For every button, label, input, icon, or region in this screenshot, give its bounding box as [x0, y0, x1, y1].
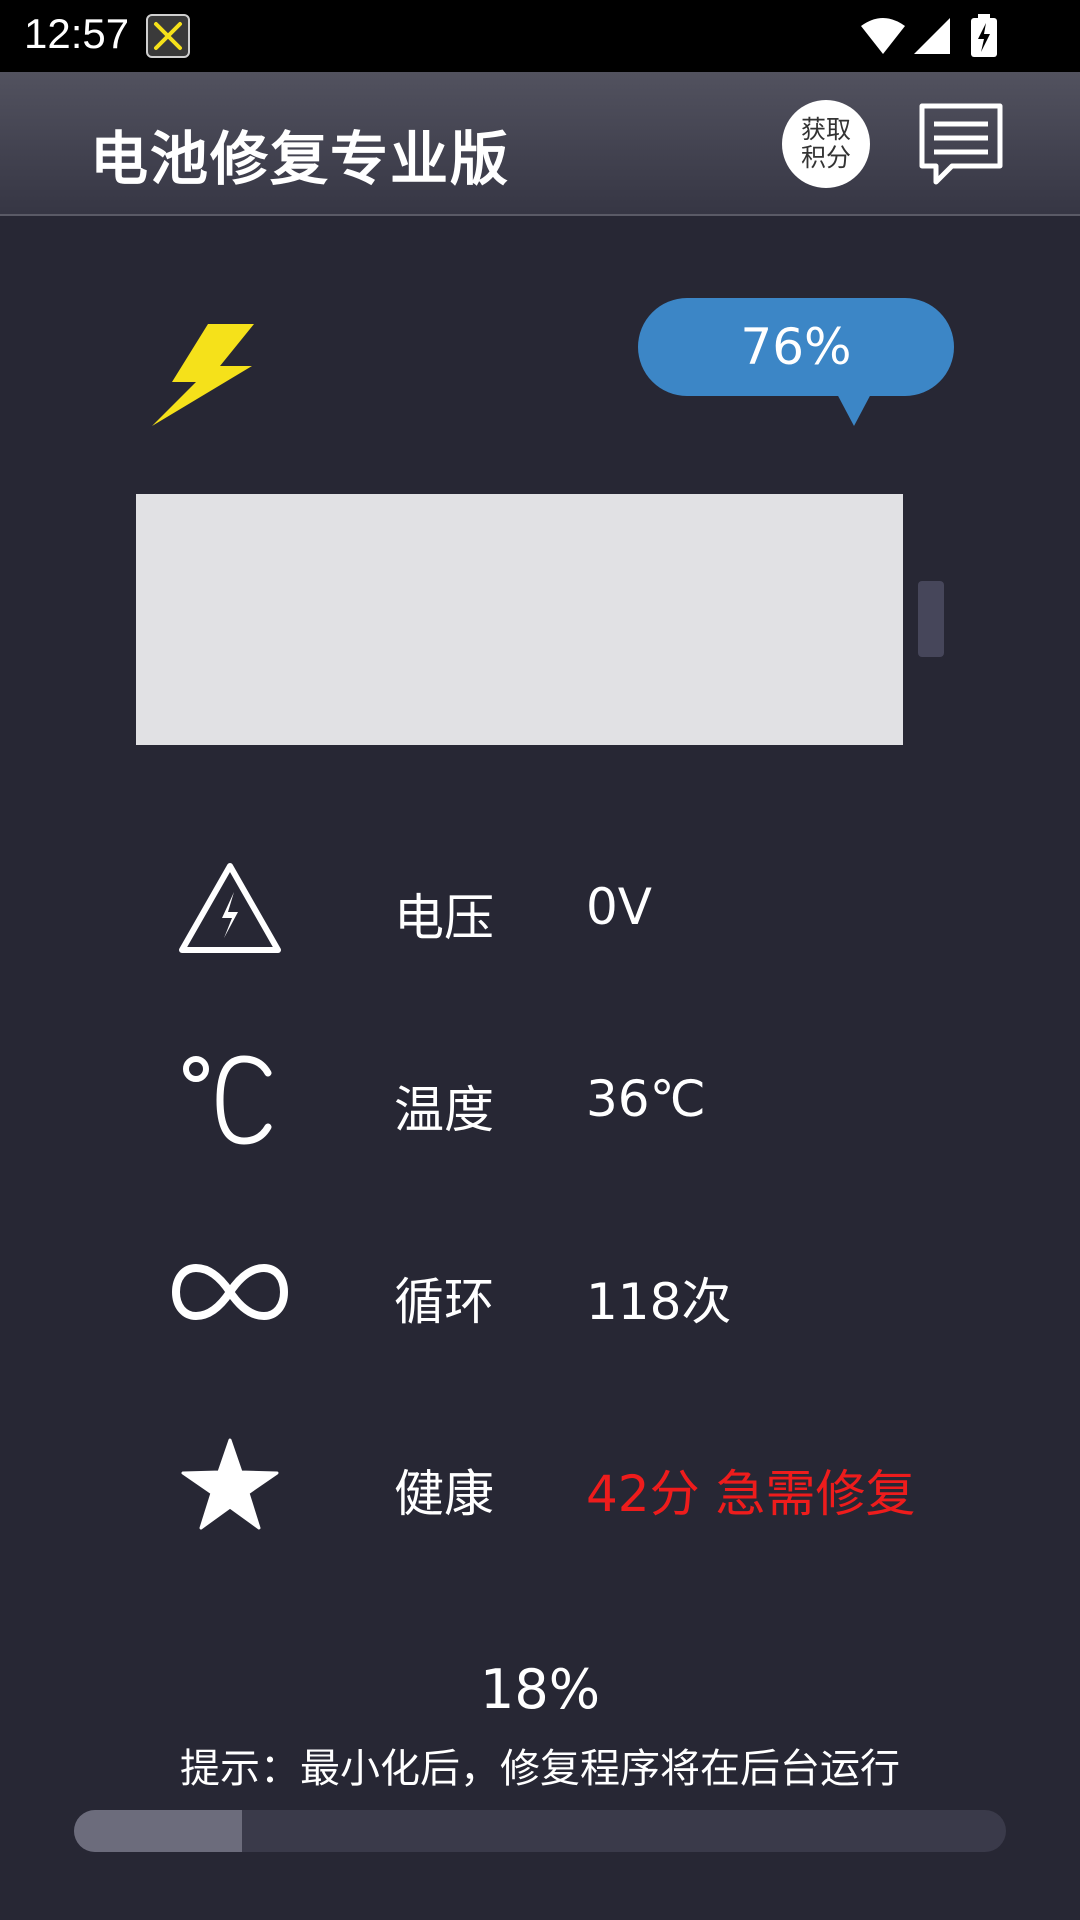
repair-progress-fill — [74, 1810, 242, 1852]
cycles-value: 118次 — [586, 1273, 732, 1331]
get-points-button[interactable]: 获取积分 — [782, 100, 870, 188]
battery-charging-icon — [971, 14, 997, 57]
charge-level-bubble: 76% — [638, 298, 954, 396]
temperature-row: 温度 36℃ — [0, 1040, 1080, 1160]
battery-graphic — [136, 494, 903, 745]
status-time: 12:57 — [24, 10, 130, 57]
wifi-icon — [861, 18, 905, 54]
repair-hint: 提示：最小化后，修复程序将在后台运行 — [180, 1746, 900, 1792]
battery-terminal — [918, 581, 944, 657]
temperature-value: 36℃ — [586, 1070, 706, 1128]
debug-tools-icon — [146, 14, 190, 58]
temperature-label: 温度 — [394, 1081, 494, 1139]
celsius-icon — [170, 1040, 290, 1160]
bubble-tail — [836, 392, 872, 426]
star-icon — [170, 1424, 290, 1544]
cycles-label: 循环 — [394, 1273, 494, 1331]
high-voltage-warning-icon — [170, 848, 290, 968]
health-label: 健康 — [394, 1465, 494, 1523]
repair-progress-text: 18% — [479, 1658, 601, 1721]
status-bar: 12:57 — [0, 0, 1080, 72]
signal-icon — [914, 18, 950, 54]
charge-level-text: 76% — [740, 318, 852, 376]
repair-progress-bar — [74, 1810, 1006, 1852]
health-row: 健康 42分 急需修复 — [0, 1424, 1080, 1544]
message-icon[interactable] — [918, 102, 1004, 186]
app-header: 电池修复专业版 获取积分 — [0, 72, 1080, 216]
get-points-label: 获取积分 — [800, 115, 851, 172]
lightning-bolt-icon — [152, 324, 254, 426]
voltage-label: 电压 — [394, 889, 494, 947]
voltage-value: 0V — [586, 878, 653, 936]
app-title: 电池修复专业版 — [90, 125, 511, 193]
infinity-icon — [170, 1232, 290, 1352]
cycles-row: 循环 118次 — [0, 1232, 1080, 1352]
health-value: 42分 急需修复 — [586, 1465, 916, 1523]
voltage-row: 电压 0V — [0, 848, 1080, 968]
